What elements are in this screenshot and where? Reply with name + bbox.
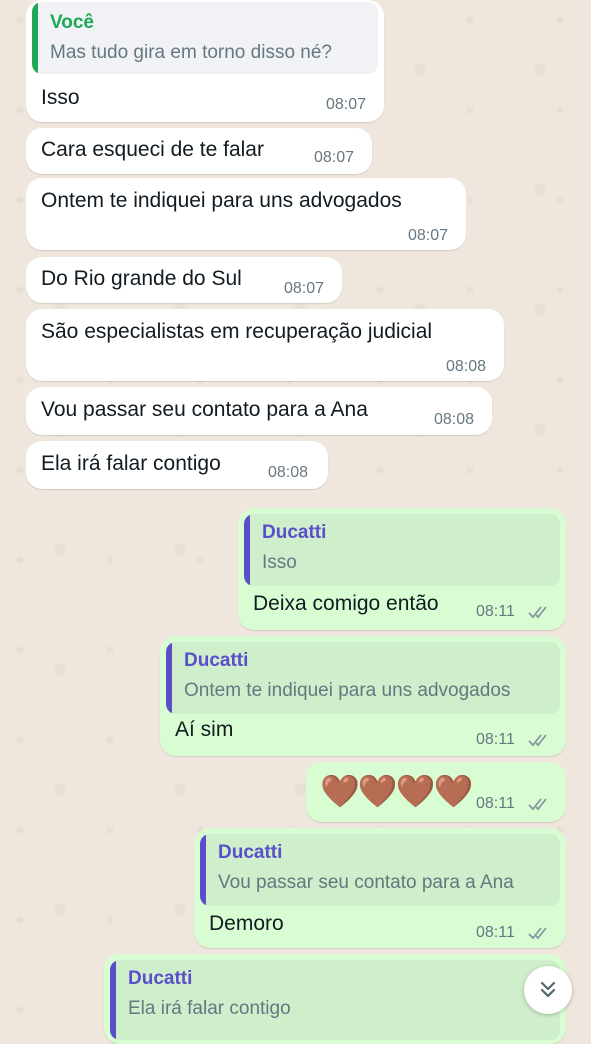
double-check-icon	[528, 734, 547, 747]
message-time: 08:11	[476, 603, 515, 620]
double-check-icon	[528, 798, 547, 811]
quote-bar	[166, 642, 172, 714]
message-outgoing[interactable]: Ducatti Vou passar seu contato para a An…	[194, 828, 566, 948]
scroll-to-bottom-button[interactable]	[524, 966, 572, 1014]
message-incoming[interactable]: Ontem te indiquei para uns advogados 08:…	[26, 178, 466, 250]
message-outgoing[interactable]: Ducatti Isso Deixa comigo então 08:11	[238, 508, 566, 630]
quote-author: Ducatti	[262, 522, 327, 543]
message-time: 08:08	[268, 464, 309, 481]
message-incoming[interactable]: Cara esqueci de te falar 08:07	[26, 128, 372, 174]
double-check-icon	[528, 606, 547, 619]
message-time: 08:11	[476, 795, 515, 812]
quote-text: Mas tudo gira em torno disso né?	[50, 42, 332, 63]
double-check-icon	[528, 927, 547, 940]
message-time: 08:11	[476, 924, 515, 941]
message-text: Ela irá falar contigo	[41, 452, 221, 475]
message-text: Vou passar seu contato para a Ana	[41, 398, 368, 421]
double-chevron-down-icon	[540, 981, 556, 998]
message-time: 08:07	[284, 280, 325, 297]
message-text: São especialistas em recuperação judicia…	[41, 320, 433, 343]
quote-text: Vou passar seu contato para a Ana	[218, 872, 514, 893]
message-incoming[interactable]: Do Rio grande do Sul 08:07	[26, 257, 342, 303]
message-incoming[interactable]: Você Mas tudo gira em torno disso né? Is…	[26, 0, 384, 122]
message-incoming[interactable]: São especialistas em recuperação judicia…	[26, 309, 504, 381]
quote-author: Ducatti	[128, 968, 193, 989]
message-text: Deixa comigo então	[253, 592, 439, 615]
quote-bar	[32, 2, 38, 74]
quote-bar	[200, 834, 206, 906]
quote-author: Você	[50, 12, 95, 33]
quoted-message[interactable]: Ducatti Ontem te indiquei para uns advog…	[166, 642, 560, 714]
message-outgoing[interactable]: Ducatti Ela irá falar contigo	[104, 954, 566, 1044]
message-text: Isso	[41, 86, 80, 109]
quote-bar	[244, 514, 250, 586]
quote-author: Ducatti	[218, 842, 283, 863]
quote-text: Ela irá falar contigo	[128, 998, 291, 1019]
message-text: Cara esqueci de te falar	[41, 138, 264, 161]
message-incoming[interactable]: Vou passar seu contato para a Ana 08:08	[26, 387, 492, 435]
emoji-message: 🤎🤎🤎🤎	[320, 773, 473, 809]
quote-author: Ducatti	[184, 650, 249, 671]
quote-bar	[110, 960, 116, 1040]
message-time: 08:08	[446, 358, 487, 375]
message-text: Demoro	[209, 912, 284, 935]
quoted-message[interactable]: Ducatti Ela irá falar contigo	[110, 960, 560, 1040]
quoted-message[interactable]: Você Mas tudo gira em torno disso né?	[32, 2, 378, 74]
quoted-message[interactable]: Ducatti Vou passar seu contato para a An…	[200, 834, 560, 906]
message-outgoing[interactable]: 🤎🤎🤎🤎 08:11	[306, 762, 566, 822]
message-text: Ontem te indiquei para uns advogados	[41, 189, 402, 212]
message-time: 08:11	[476, 731, 515, 748]
quote-text: Ontem te indiquei para uns advogados	[184, 680, 511, 701]
message-text: Do Rio grande do Sul	[41, 267, 242, 290]
quote-text: Isso	[262, 552, 297, 573]
message-time: 08:07	[314, 149, 355, 166]
message-time: 08:07	[408, 227, 449, 244]
message-time: 08:08	[434, 411, 475, 428]
message-outgoing[interactable]: Ducatti Ontem te indiquei para uns advog…	[160, 636, 566, 756]
quoted-message[interactable]: Ducatti Isso	[244, 514, 560, 586]
message-time: 08:07	[326, 96, 367, 113]
message-text: Aí sim	[175, 718, 234, 741]
message-incoming[interactable]: Ela irá falar contigo 08:08	[26, 441, 328, 489]
